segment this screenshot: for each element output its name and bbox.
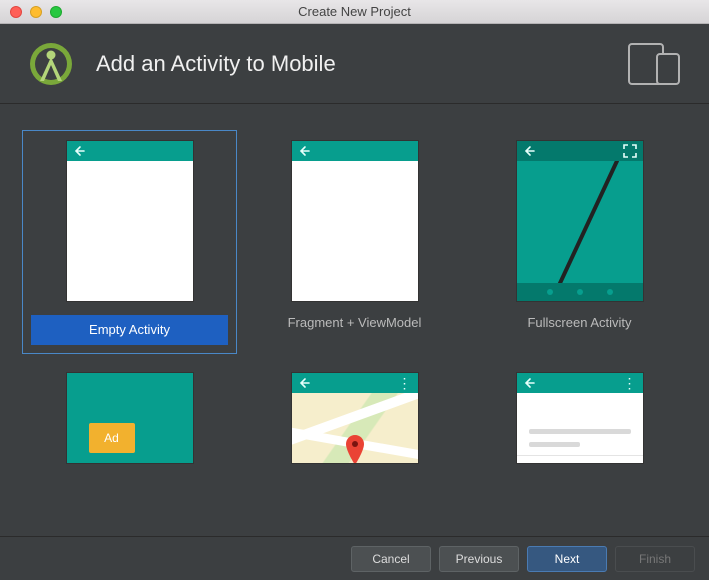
template-thumbnail: ⋮ (517, 373, 643, 463)
template-thumbnail (292, 141, 418, 301)
android-studio-icon (28, 41, 74, 87)
back-arrow-icon (73, 145, 85, 157)
back-arrow-icon (523, 377, 535, 389)
ad-icon: Ad (89, 423, 135, 453)
wizard-footer: Cancel Previous Next Finish (0, 536, 709, 580)
next-button[interactable]: Next (527, 546, 607, 572)
minimize-window-button[interactable] (30, 6, 42, 18)
back-arrow-icon (298, 377, 310, 389)
overflow-menu-icon: ⋮ (623, 376, 637, 390)
template-thumbnail (67, 141, 193, 301)
map-pin-icon (346, 435, 364, 463)
window-controls (0, 6, 62, 18)
page-title: Add an Activity to Mobile (96, 51, 336, 77)
template-card-scrolling-activity[interactable]: ⋮ (472, 362, 687, 468)
device-icon (627, 42, 681, 86)
previous-button[interactable]: Previous (439, 546, 519, 572)
cancel-button[interactable]: Cancel (351, 546, 431, 572)
window-titlebar: Create New Project (0, 0, 709, 24)
back-arrow-icon (298, 145, 310, 157)
close-window-button[interactable] (10, 6, 22, 18)
template-grid: Empty Activity Fragment + ViewModel (0, 104, 709, 536)
template-label: Fragment + ViewModel (252, 315, 457, 345)
maximize-window-button[interactable] (50, 6, 62, 18)
template-card-empty-activity[interactable]: Empty Activity (22, 130, 237, 354)
template-thumbnail: Ad (67, 373, 193, 463)
template-label: Fullscreen Activity (477, 315, 682, 345)
back-arrow-icon (523, 145, 535, 157)
finish-button: Finish (615, 546, 695, 572)
wizard-header: Add an Activity to Mobile (0, 24, 709, 104)
template-card-fullscreen-activity[interactable]: Fullscreen Activity (472, 130, 687, 354)
template-card-admob-ads-activity[interactable]: Ad (22, 362, 237, 468)
template-thumbnail (517, 141, 643, 301)
template-label: Empty Activity (31, 315, 228, 345)
template-card-google-maps-activity[interactable]: ⋮ (247, 362, 462, 468)
template-thumbnail: ⋮ (292, 373, 418, 463)
template-card-fragment-viewmodel[interactable]: Fragment + ViewModel (247, 130, 462, 354)
overflow-menu-icon: ⋮ (398, 376, 412, 390)
fullscreen-icon (623, 144, 637, 158)
window-title: Create New Project (0, 4, 709, 19)
